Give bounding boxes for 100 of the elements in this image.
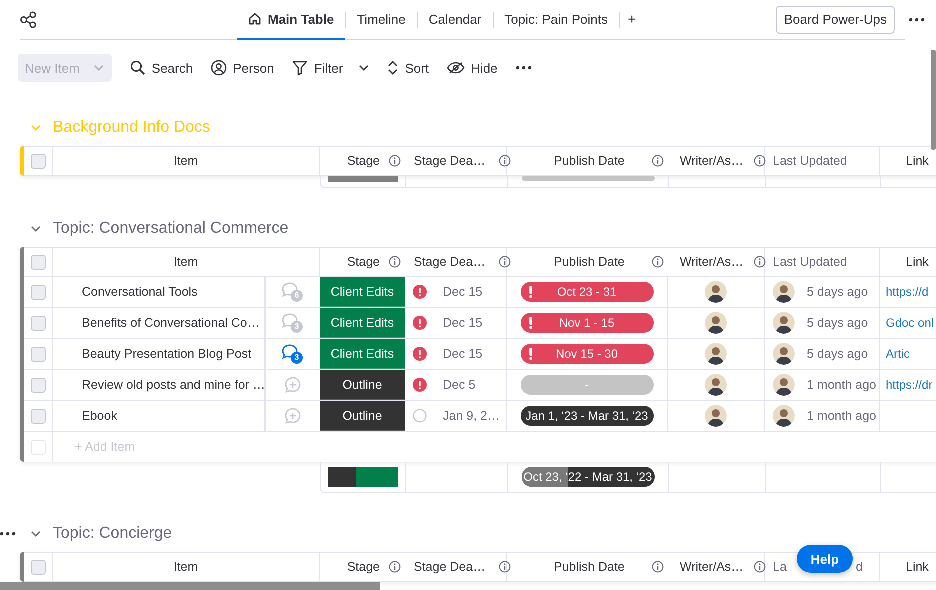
share-nodes-icon[interactable] (20, 10, 38, 28)
updated-time: 1 month ago (807, 409, 876, 423)
link[interactable]: Artic (886, 347, 910, 361)
scrollbar[interactable] (0, 582, 380, 590)
person-icon (211, 60, 228, 76)
toolbar-button[interactable]: Hide (447, 54, 498, 82)
stage-label[interactable]: Outline (320, 401, 405, 431)
avatar-icon (705, 312, 727, 334)
stage-summary-bar (328, 467, 398, 487)
item-name[interactable]: Conversational Tools (82, 285, 198, 299)
scrollbar[interactable] (931, 50, 936, 150)
avatar-icon (773, 374, 795, 396)
column-header[interactable]: Publish Date (554, 154, 625, 168)
column-header[interactable]: Stage Dea… (414, 255, 486, 269)
link[interactable]: Gdoc onl (886, 316, 934, 330)
caret-icon[interactable] (31, 226, 41, 232)
item-name[interactable]: Benefits of Conversational Co… (82, 316, 260, 330)
filter-icon (292, 60, 308, 76)
sort-icon (387, 60, 400, 76)
column-header[interactable]: Stage Dea… (414, 154, 486, 168)
link[interactable]: https://dr (886, 378, 933, 392)
more-icon[interactable] (516, 66, 532, 70)
checkbox[interactable] (30, 316, 46, 330)
home-icon (248, 12, 262, 26)
speech-bubble-icon (281, 313, 299, 329)
column-header[interactable]: Publish Date (554, 560, 625, 574)
help-button[interactable]: Help (797, 545, 853, 573)
checkbox[interactable] (30, 378, 46, 392)
stage-label[interactable]: Client Edits (320, 277, 405, 307)
speech-bubble-icon (281, 282, 299, 298)
deadline-date[interactable]: Dec 15 (443, 316, 483, 330)
column-header[interactable]: Publish Date (554, 255, 625, 269)
column-header[interactable]: Writer/As… (680, 560, 744, 574)
power-ups-button[interactable]: Board Power-Ups (776, 6, 895, 34)
column-header[interactable]: Last Updated (773, 255, 848, 269)
column-header[interactable]: La (773, 560, 787, 574)
date-range-pill[interactable]: Jan 1, ‘23 - Mar 31, ‘23 (520, 406, 654, 426)
column-header[interactable]: Item (174, 154, 198, 168)
comment-button[interactable]: 3 (281, 344, 305, 364)
group-menu-icon[interactable] (0, 532, 16, 536)
more-icon[interactable] (909, 18, 925, 22)
toolbar-button[interactable]: Filter (292, 54, 370, 82)
deadline-date[interactable]: Dec 15 (443, 347, 483, 361)
view-tab[interactable]: Topic: Pain Points (494, 0, 619, 40)
speech-bubble-icon (281, 344, 299, 360)
avatar-icon (773, 343, 795, 365)
checkbox[interactable] (30, 408, 46, 424)
date-range-pill[interactable]: Oct 23 - 31 (520, 282, 654, 302)
checkbox[interactable] (30, 284, 46, 300)
avatar-icon (773, 312, 795, 334)
item-name[interactable]: Beauty Presentation Blog Post (82, 347, 252, 361)
column-header[interactable]: Stage (347, 154, 380, 168)
stage-label[interactable]: Outline (320, 370, 405, 400)
column-header[interactable]: Stage (347, 255, 380, 269)
column-header[interactable]: Writer/As… (680, 154, 744, 168)
column-header[interactable]: Link (906, 560, 929, 574)
checkbox[interactable] (30, 560, 46, 574)
checkbox[interactable] (30, 154, 46, 168)
item-name[interactable]: Review old posts and mine for … (82, 378, 266, 392)
group-title[interactable]: Topic: Concierge (53, 525, 172, 543)
column-header[interactable]: d (856, 560, 863, 574)
avatar-icon (705, 343, 727, 365)
group-title[interactable]: Topic: Conversational Commerce (53, 220, 289, 238)
deadline-date[interactable]: Jan 9, 2… (443, 409, 500, 423)
updated-time: 1 month ago (807, 378, 876, 392)
checkbox[interactable] (30, 346, 46, 362)
date-range-pill[interactable]: Nov 1 - 15 (520, 313, 654, 333)
date-range-summary: Oct 23, ‘22 - Mar 31, ‘23 (522, 467, 654, 487)
add-view-button[interactable]: + (620, 0, 644, 40)
column-header[interactable]: Link (906, 255, 929, 269)
column-header[interactable]: Stage Dea… (414, 560, 486, 574)
date-range-pill[interactable]: Nov 15 - 30 (520, 344, 654, 364)
stage-label[interactable]: Client Edits (320, 308, 405, 338)
column-header[interactable]: Writer/As… (680, 255, 744, 269)
view-tab[interactable]: Timeline (346, 0, 417, 40)
column-header[interactable]: Item (174, 255, 198, 269)
column-header[interactable]: Last Updated (773, 154, 848, 168)
avatar-icon (705, 281, 727, 303)
avatar-icon (705, 374, 727, 396)
toolbar-button[interactable]: Search (130, 54, 194, 82)
column-header[interactable]: Item (174, 560, 198, 574)
deadline-date[interactable]: Dec 5 (443, 378, 476, 392)
link[interactable]: https://d (886, 285, 929, 299)
updated-time: 5 days ago (807, 285, 868, 299)
item-name[interactable]: Ebook (82, 409, 118, 423)
avatar-icon (773, 281, 795, 303)
view-tab[interactable]: Main Table (237, 0, 346, 40)
checkbox[interactable] (30, 254, 46, 270)
toolbar-button[interactable]: Person (211, 54, 274, 82)
avatar-icon (705, 405, 727, 427)
deadline-date[interactable]: Dec 15 (443, 285, 483, 299)
caret-icon[interactable] (31, 531, 41, 537)
toolbar-button[interactable]: Sort (387, 54, 430, 82)
stage-label[interactable]: Client Edits (320, 339, 405, 369)
avatar-icon (773, 405, 795, 427)
add-comment-icon[interactable] (284, 407, 302, 425)
column-header[interactable]: Link (906, 154, 929, 168)
add-comment-icon[interactable] (284, 376, 302, 394)
view-tab[interactable]: Calendar (418, 0, 493, 40)
column-header[interactable]: Stage (347, 560, 380, 574)
